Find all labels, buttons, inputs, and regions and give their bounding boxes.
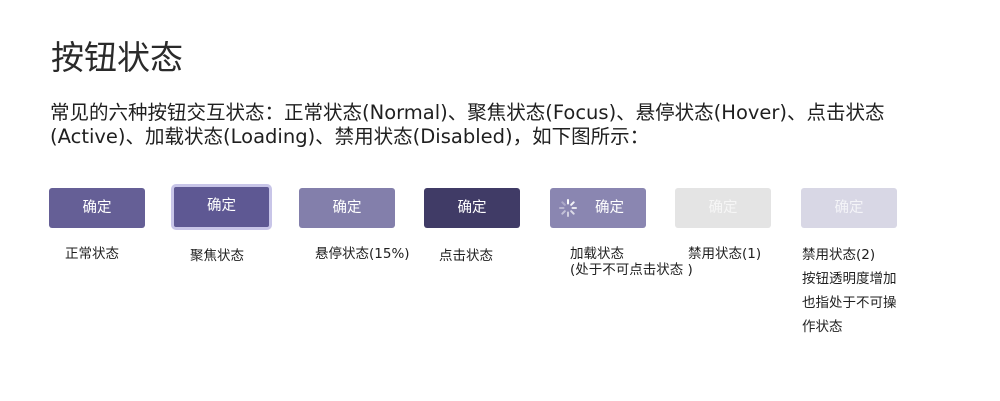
caption-disabled-2-line: 按钮透明度增加 (802, 271, 897, 287)
caption-disabled-2-line: 也指处于不可操 (802, 295, 897, 311)
description-line-2: (Active)、加载状态(Loading)、禁用状态(Disabled)，如下… (50, 125, 650, 148)
confirm-button-disabled-1: 确定 (675, 188, 771, 228)
loading-spinner-icon (559, 199, 577, 217)
confirm-button-loading: 确定 (550, 188, 646, 228)
caption-disabled-2-line: 禁用状态(2) (802, 247, 876, 263)
description: 常见的六种按钮交互状态：正常状态(Normal)、聚焦状态(Focus)、悬停状… (50, 101, 950, 149)
caption-disabled-2-line: 作状态 (802, 319, 843, 335)
caption-focus: 聚焦状态 (190, 248, 244, 264)
page-title: 按钮状态 (51, 38, 183, 77)
confirm-button-focus[interactable]: 确定 (171, 184, 272, 230)
confirm-button-hover[interactable]: 确定 (299, 188, 395, 228)
description-line-1: 常见的六种按钮交互状态：正常状态(Normal)、聚焦状态(Focus)、悬停状… (50, 101, 885, 124)
caption-loading-note: (处于不可点击状态 ) (570, 262, 693, 278)
confirm-button-active[interactable]: 确定 (424, 188, 520, 228)
caption-hover: 悬停状态(15%) (315, 246, 410, 262)
confirm-button-normal[interactable]: 确定 (49, 188, 145, 228)
loading-button-label: 确定 (595, 200, 624, 216)
caption-normal: 正常状态 (65, 246, 119, 262)
caption-disabled-1: 禁用状态(1) (688, 246, 762, 262)
caption-disabled-2: 禁用状态(2) 按钮透明度增加 也指处于不可操 作状态 (802, 243, 897, 339)
caption-loading: 加载状态 (570, 246, 624, 262)
caption-active: 点击状态 (439, 248, 493, 264)
confirm-button-disabled-2: 确定 (801, 188, 897, 228)
